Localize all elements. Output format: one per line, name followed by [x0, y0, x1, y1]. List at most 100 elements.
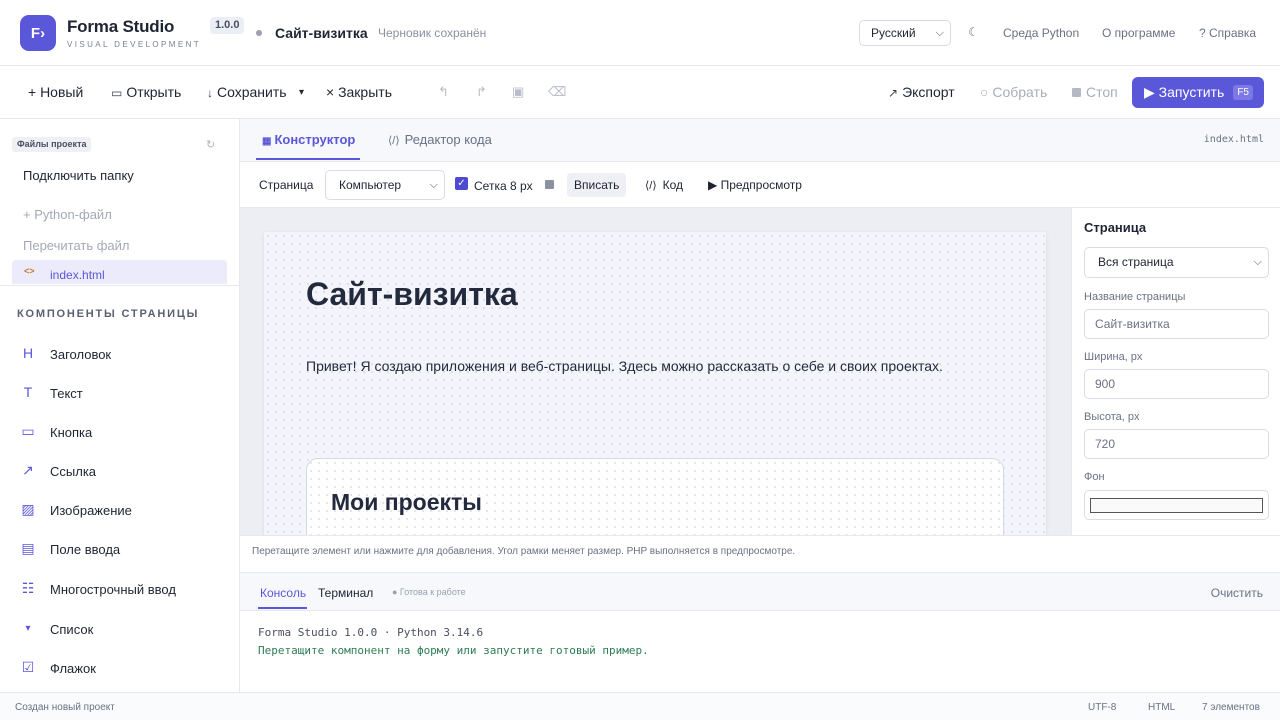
- moon-icon[interactable]: ☾: [968, 25, 979, 39]
- tab-constructor-label: Конструктор: [274, 132, 356, 147]
- clear-console-button[interactable]: Очистить: [1211, 586, 1263, 600]
- projects-heading[interactable]: Мои проекты: [331, 489, 482, 516]
- file-item-index[interactable]: <> index.html: [12, 260, 227, 284]
- document-title: Сайт-визитка: [275, 25, 368, 41]
- run-button[interactable]: ▶ Запустить F5: [1132, 77, 1264, 108]
- sidebar-divider: [0, 285, 240, 286]
- component-label: Текст: [50, 386, 83, 401]
- left-sidebar: Файлы проекта ↻ Подключить папку + Pytho…: [0, 119, 240, 692]
- hint-text: Перетащите элемент или нажмите для добав…: [252, 546, 796, 557]
- active-console-tab-indicator: [258, 607, 307, 609]
- component-link[interactable]: ↗ Ссылка: [18, 459, 218, 483]
- width-input[interactable]: 900: [1084, 369, 1269, 399]
- component-button[interactable]: ▭ Кнопка: [18, 420, 218, 444]
- background-color-picker[interactable]: [1084, 490, 1269, 520]
- select-icon: ▾: [25, 623, 31, 634]
- grid-icon: ▦: [262, 136, 272, 147]
- canvas-paragraph[interactable]: Привет! Я создаю приложения и веб-страни…: [306, 358, 943, 374]
- button-icon: ▭: [21, 423, 35, 439]
- tab-code-label: Редактор кода: [404, 132, 492, 147]
- device-select[interactable]: Компьютер ⌵: [325, 170, 445, 200]
- page-options-bar: Страница Компьютер ⌵ ✓ Сетка 8 px Вписат…: [240, 162, 1280, 208]
- component-checkbox[interactable]: ☑ Флажок: [18, 656, 218, 680]
- component-label: Флажок: [50, 661, 96, 676]
- language-value: Русский: [871, 26, 916, 40]
- component-textarea[interactable]: ☷ Многострочный ввод: [18, 577, 218, 601]
- projects-card[interactable]: Мои проекты: [306, 458, 1004, 535]
- version-badge: 1.0.0: [210, 17, 245, 34]
- redo-icon[interactable]: ↱: [476, 84, 487, 100]
- square-icon[interactable]: [545, 180, 554, 189]
- status-message: Создан новый проект: [15, 702, 115, 713]
- page-name-input[interactable]: Сайт-визитка: [1084, 309, 1269, 339]
- reread-file-button[interactable]: Перечитать файл: [23, 238, 130, 253]
- preview-button[interactable]: ▶ Предпросмотр: [708, 178, 802, 192]
- tab-constructor[interactable]: ▦ Конструктор: [262, 132, 355, 147]
- refresh-icon[interactable]: ↻: [206, 138, 215, 151]
- duplicate-icon[interactable]: ▣: [512, 84, 524, 100]
- chevron-down-icon: ⌵: [1253, 256, 1262, 268]
- component-input[interactable]: ▤ Поле ввода: [18, 537, 218, 561]
- brand-subtitle: VISUAL DEVELOPMENT: [67, 40, 202, 49]
- checkbox-icon: ☑: [21, 659, 35, 675]
- height-input[interactable]: 720: [1084, 429, 1269, 459]
- console-status: ● Готова к работе: [392, 587, 466, 597]
- code-label: Код: [662, 178, 684, 192]
- component-text[interactable]: T Текст: [18, 381, 218, 405]
- text-icon: T: [23, 384, 33, 400]
- stop-button[interactable]: Стоп: [1072, 84, 1118, 100]
- properties-title: Страница: [1084, 220, 1147, 235]
- python-env-link[interactable]: Среда Python: [1003, 26, 1079, 40]
- tab-terminal[interactable]: Терминал: [318, 586, 373, 600]
- connect-folder-button[interactable]: Подключить папку: [23, 168, 134, 183]
- console-output[interactable]: Forma Studio 1.0.0 · Python 3.14.6 Перет…: [240, 611, 1280, 692]
- status-bar: Создан новый проект UTF-8 HTML 7 элемент…: [0, 692, 1280, 720]
- about-link[interactable]: О программе: [1102, 26, 1175, 40]
- help-link[interactable]: ? Справка: [1199, 26, 1256, 40]
- delete-icon[interactable]: ⌫: [548, 84, 566, 100]
- width-label: Ширина, px: [1084, 351, 1143, 363]
- language-select[interactable]: Русский ⌵: [859, 20, 951, 46]
- component-label: Ссылка: [50, 464, 97, 479]
- components-heading: КОМПОНЕНТЫ СТРАНИЦЫ: [17, 308, 200, 320]
- close-button[interactable]: × Закрыть: [326, 84, 392, 100]
- console-tabs: Консоль Терминал ● Готова к работе Очист…: [240, 573, 1280, 611]
- component-heading[interactable]: H Заголовок: [18, 342, 218, 366]
- build-button[interactable]: ○ Собрать: [980, 84, 1047, 100]
- project-files-tag: Файлы проекта: [12, 137, 92, 152]
- console-line: Перетащите компонент на форму или запуст…: [258, 644, 649, 657]
- tab-code-editor[interactable]: ⟨/⟩ Редактор кода: [388, 132, 492, 147]
- canvas-heading[interactable]: Сайт-визитка: [306, 276, 518, 313]
- textarea-icon: ☷: [21, 580, 35, 596]
- input-field-icon: ▤: [21, 540, 35, 556]
- grid-checkbox[interactable]: ✓: [455, 177, 468, 190]
- page-frame[interactable]: Сайт-визитка Привет! Я создаю приложения…: [264, 232, 1046, 535]
- component-image[interactable]: ▨ Изображение: [18, 498, 218, 522]
- html-file-icon: <>: [24, 266, 35, 276]
- console-line: Forma Studio 1.0.0 · Python 3.14.6: [258, 626, 484, 639]
- folder-icon: ▭: [111, 86, 123, 100]
- new-button[interactable]: + Новый: [28, 84, 83, 100]
- fit-button[interactable]: Вписать: [567, 173, 627, 197]
- tab-console[interactable]: Консоль: [260, 586, 306, 600]
- status-dot: [256, 30, 262, 36]
- component-select[interactable]: ▾ Список: [18, 617, 218, 641]
- link-icon: ↗: [22, 462, 34, 478]
- open-label: Открыть: [126, 84, 182, 100]
- export-button[interactable]: ↗ Экспорт: [888, 84, 955, 100]
- current-filename: index.html: [1203, 134, 1264, 145]
- design-canvas[interactable]: Сайт-визитка Привет! Я создаю приложения…: [240, 208, 1071, 535]
- scope-value: Вся страница: [1098, 255, 1174, 269]
- brand-name: Forma Studio: [67, 17, 175, 36]
- save-button[interactable]: ↓ Сохранить: [207, 84, 287, 100]
- code-button[interactable]: ⟨/⟩ Код: [645, 178, 683, 192]
- undo-icon[interactable]: ↰: [438, 84, 449, 100]
- open-button[interactable]: ▭ Открыть: [111, 84, 181, 100]
- scope-select[interactable]: Вся страница ⌵: [1084, 247, 1269, 278]
- component-label: Список: [50, 622, 94, 637]
- code-icon: ⟨/⟩: [388, 135, 400, 147]
- code-icon: ⟨/⟩: [645, 180, 657, 192]
- add-python-file-button[interactable]: + Python-файл: [23, 207, 112, 222]
- save-menu-button[interactable]: ▾: [299, 87, 304, 98]
- image-icon: ▨: [21, 501, 35, 517]
